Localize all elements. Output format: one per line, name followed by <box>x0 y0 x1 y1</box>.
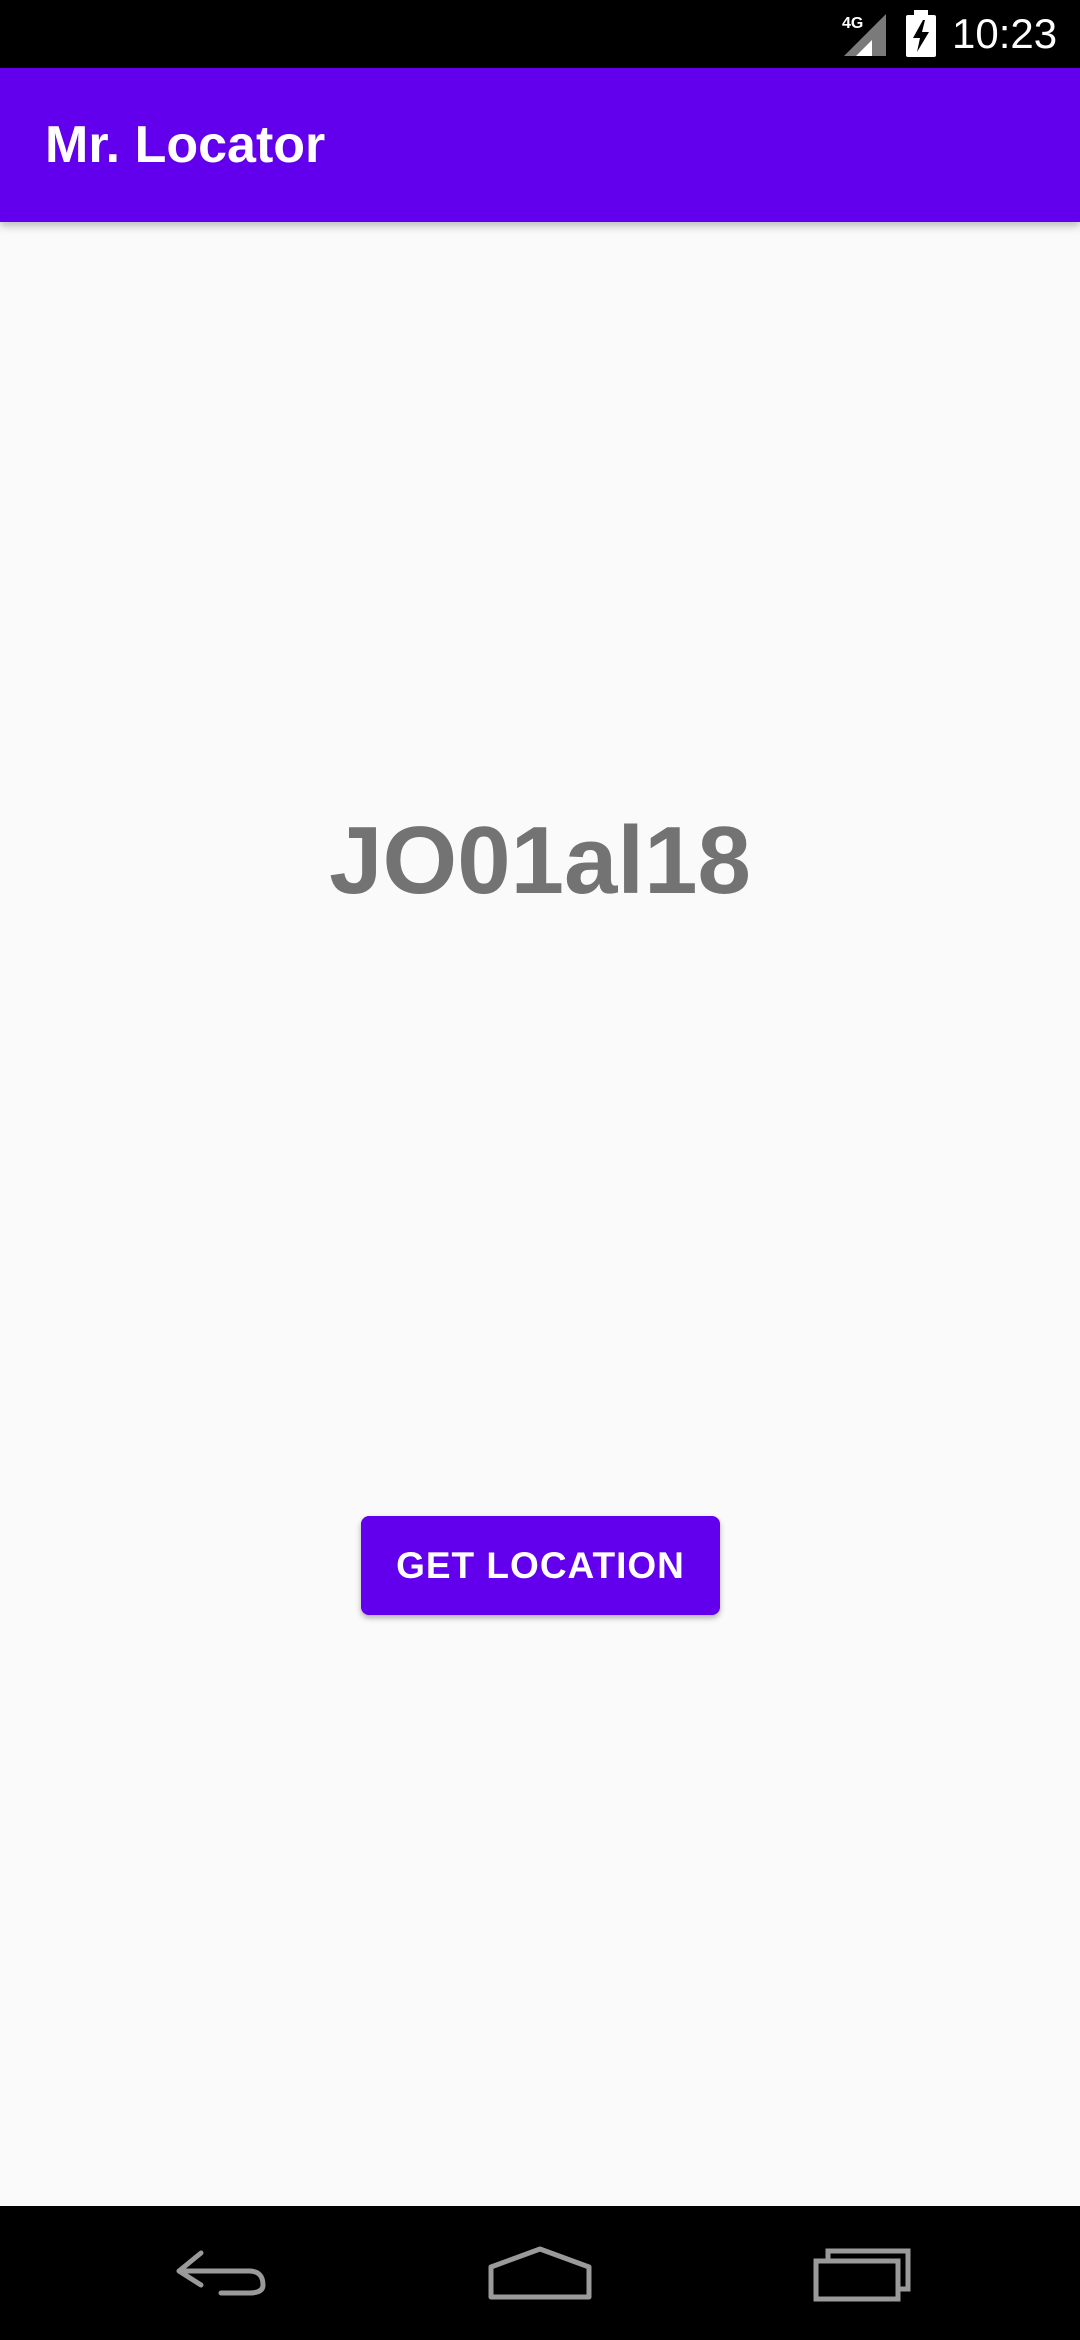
recents-icon[interactable] <box>808 2233 918 2313</box>
navigation-bar <box>0 2206 1080 2340</box>
get-location-button[interactable]: GET LOCATION <box>361 1516 720 1615</box>
status-bar: 4G 10:23 <box>0 0 1080 68</box>
location-code-text: JO01al18 <box>329 807 751 914</box>
status-clock: 10:23 <box>952 10 1058 57</box>
back-icon[interactable] <box>165 2233 275 2313</box>
home-icon[interactable] <box>485 2233 595 2313</box>
app-title: Mr. Locator <box>45 116 326 174</box>
signal-4g-icon: 4G <box>842 14 886 56</box>
app-bar: Mr. Locator <box>0 68 1080 222</box>
battery-charging-icon <box>906 10 936 57</box>
svg-text:4G: 4G <box>842 15 863 32</box>
main-content: JO01al18 GET LOCATION <box>0 222 1080 2206</box>
